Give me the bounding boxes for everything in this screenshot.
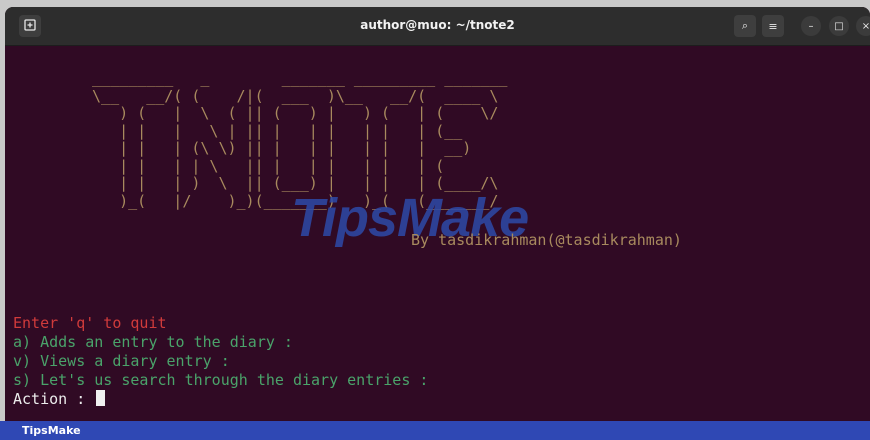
maximize-icon: □ [834,20,844,32]
terminal-window: author@muo: ~/tnote2 ⌕ ≡ – □ × _________… [5,7,870,428]
search-button[interactable]: ⌕ [734,15,756,37]
menu-option-add: a) Adds an entry to the diary : [13,333,293,351]
action-prompt[interactable]: Action : [13,390,106,408]
maximize-button[interactable]: □ [829,16,849,36]
terminal-output[interactable]: _________ _ _______ _________ _______ \_… [5,46,870,428]
menu-option-search: s) Let's us search through the diary ent… [13,371,429,389]
menu-button[interactable]: ≡ [762,15,784,37]
footer-brand: TipsMake [22,424,81,437]
text-cursor [96,390,106,406]
hamburger-menu-icon: ≡ [768,19,778,33]
close-icon: × [861,20,870,32]
minimize-button[interactable]: – [801,16,821,36]
search-icon: ⌕ [741,19,749,32]
quit-instruction: Enter 'q' to quit [13,314,167,332]
close-button[interactable]: × [856,16,870,36]
menu-option-view: v) Views a diary entry : [13,352,230,370]
author-byline: By tasdikrahman(@tasdikrahman) [411,231,682,249]
footer-bar: TipsMake [0,421,870,440]
title-bar: author@muo: ~/tnote2 ⌕ ≡ – □ × [5,7,870,46]
minimize-icon: – [808,20,814,32]
action-prompt-label: Action : [13,390,95,408]
